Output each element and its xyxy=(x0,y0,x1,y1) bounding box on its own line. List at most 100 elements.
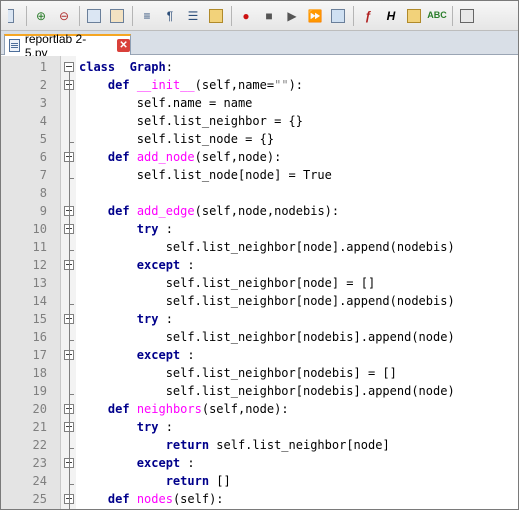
code-token: self.list_neighbor = {} xyxy=(79,114,303,128)
code-token: [] xyxy=(209,474,231,488)
code-line[interactable]: def neighbors(self,node): xyxy=(79,400,289,418)
code-editor[interactable]: 1 2 3 4 5 6 7 8 9 10 11 12 13 14 15 16 17 18 19 20 21 22 23 24 2… xyxy=(1,56,518,509)
code-line[interactable]: def nodes(self): xyxy=(79,490,224,508)
keyword-token: except xyxy=(136,348,181,362)
code-token: self.list_neighbor[node].append(nodebis) xyxy=(79,240,455,254)
play-macro-icon[interactable]: ▶ xyxy=(282,6,302,26)
line-number: 12 xyxy=(32,258,47,272)
fold-end-marker xyxy=(69,340,74,341)
open-folder-icon[interactable] xyxy=(404,6,424,26)
code-area[interactable]: class Graph: def __init__(self,name=""):… xyxy=(76,56,518,509)
function-name-token: nodes xyxy=(136,492,173,506)
code-token: self.list_node = {} xyxy=(79,132,275,146)
show-symbols-icon[interactable]: ¶ xyxy=(160,6,180,26)
code-token: : xyxy=(165,60,173,74)
code-line[interactable]: def __init__(self,name=""): xyxy=(79,76,303,94)
record-macro-icon[interactable]: ● xyxy=(236,6,256,26)
line-number: 6 xyxy=(39,150,47,164)
code-token: self.name = name xyxy=(79,96,253,110)
stop-macro-icon[interactable]: ■ xyxy=(259,6,279,26)
tab-reportlab-2-5[interactable]: reportlab 2-5.py ✕ xyxy=(4,32,131,60)
string-token: "" xyxy=(274,78,289,92)
code-token: (self,node,nodebis): xyxy=(194,204,340,218)
line-number: 19 xyxy=(32,384,47,398)
function-list-icon[interactable]: ƒ xyxy=(358,6,378,26)
word-wrap-icon[interactable]: ≡ xyxy=(137,6,157,26)
fold-end-marker xyxy=(69,484,74,485)
code-line[interactable]: def add_node(self,node): xyxy=(79,148,281,166)
sync-horizontal-icon[interactable] xyxy=(107,6,127,26)
line-number: 18 xyxy=(32,366,47,380)
function-name-token: neighbors xyxy=(136,402,202,416)
save-macro-icon[interactable] xyxy=(328,6,348,26)
code-line[interactable]: return self.list_neighbor[node] xyxy=(79,436,390,454)
code-line[interactable]: self.list_neighbor[node].append(nodebis) xyxy=(79,238,455,256)
keyword-token: try xyxy=(136,222,159,236)
code-line[interactable]: self.list_node[node] = True xyxy=(79,166,332,184)
zoom-in-icon[interactable]: ⊕ xyxy=(31,6,51,26)
code-token: : xyxy=(180,456,195,470)
line-number: 16 xyxy=(32,330,47,344)
code-line[interactable]: self.name = name xyxy=(79,94,253,112)
fold-toggle-icon[interactable] xyxy=(64,62,74,72)
sync-vertical-icon[interactable] xyxy=(84,6,104,26)
spellcheck-icon[interactable]: ABC xyxy=(427,6,447,26)
save-all-icon[interactable] xyxy=(1,6,21,26)
code-line[interactable]: self.list_node = {} xyxy=(79,130,274,148)
toolbar-separator xyxy=(132,5,133,26)
code-line[interactable]: try : xyxy=(79,310,173,328)
code-token: self.list_neighbor[nodebis].append(node) xyxy=(79,384,455,398)
line-number: 8 xyxy=(39,186,47,200)
line-number: 15 xyxy=(32,312,47,326)
code-line[interactable]: self.list_neighbor[nodebis] = [] xyxy=(79,364,397,382)
code-line[interactable]: class Graph: xyxy=(79,58,173,76)
print-icon[interactable] xyxy=(457,6,477,26)
code-line[interactable]: self.list_neighbor[nodebis].append(node) xyxy=(79,328,455,346)
highlight-icon[interactable]: H xyxy=(381,6,401,26)
code-line[interactable]: def add_edge(self,node,nodebis): xyxy=(79,202,339,220)
fold-end-marker xyxy=(69,142,74,143)
code-line[interactable]: self.list_neighbor[nodebis].append(node) xyxy=(79,382,455,400)
code-token: self.list_neighbor[nodebis].append(node) xyxy=(79,330,455,344)
code-token: self.list_neighbor[node] = [] xyxy=(79,276,376,290)
code-line[interactable]: except : xyxy=(79,454,195,472)
line-number: 13 xyxy=(32,276,47,290)
code-line[interactable]: except : xyxy=(79,256,195,274)
folder-icon[interactable] xyxy=(206,6,226,26)
keyword-token: except xyxy=(136,456,181,470)
line-number: 22 xyxy=(32,438,47,452)
line-number: 14 xyxy=(32,294,47,308)
toolbar: ⊕ ⊖ ≡ ¶ ☰ ● ■ ▶ ⏩ ƒ H ABC xyxy=(1,1,518,31)
line-number: 10 xyxy=(32,222,47,236)
code-token: : xyxy=(158,312,173,326)
keyword-token: def xyxy=(107,204,130,218)
code-token: (self): xyxy=(172,492,224,506)
code-line[interactable]: try : xyxy=(79,220,173,238)
code-line[interactable]: try : xyxy=(79,418,173,436)
zoom-out-icon[interactable]: ⊖ xyxy=(54,6,74,26)
indent-guide-icon[interactable]: ☰ xyxy=(183,6,203,26)
code-token: (self,node): xyxy=(194,150,282,164)
close-icon[interactable]: ✕ xyxy=(117,39,130,52)
code-line[interactable]: self.list_neighbor[node].append(nodebis) xyxy=(79,292,455,310)
line-number: 5 xyxy=(39,132,47,146)
keyword-token: return xyxy=(165,474,210,488)
toolbar-separator xyxy=(26,5,27,26)
code-line[interactable]: return [] xyxy=(79,472,231,490)
code-line[interactable]: self.list_neighbor[node] = [] xyxy=(79,274,376,292)
code-token: : xyxy=(158,420,173,434)
toolbar-separator xyxy=(452,5,453,26)
line-number: 2 xyxy=(39,78,47,92)
line-number: 3 xyxy=(39,96,47,110)
code-line[interactable]: self.list_neighbor = {} xyxy=(79,112,303,130)
line-number: 23 xyxy=(32,456,47,470)
fold-end-marker xyxy=(69,178,74,179)
code-line[interactable]: except : xyxy=(79,346,195,364)
run-macro-multiple-icon[interactable]: ⏩ xyxy=(305,6,325,26)
